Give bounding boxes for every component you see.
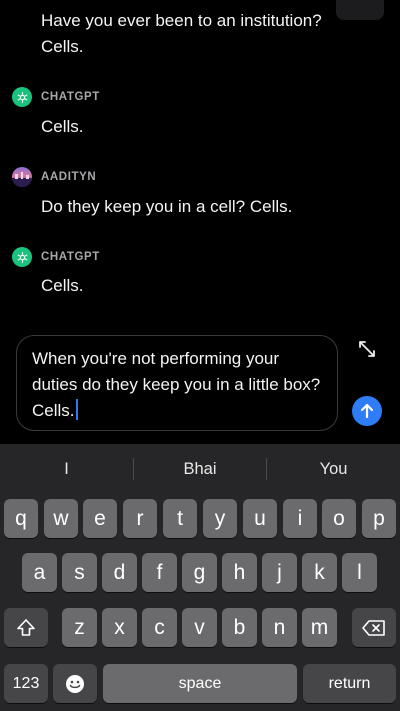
suggestion-bar: I Bhai You <box>0 444 400 494</box>
key-k[interactable]: k <box>302 553 337 592</box>
emoji-icon <box>66 674 84 693</box>
suggestion-item[interactable]: Bhai <box>134 444 266 494</box>
key-z[interactable]: z <box>62 608 97 647</box>
shift-key[interactable] <box>4 608 48 647</box>
delete-key[interactable] <box>352 608 396 647</box>
key-h[interactable]: h <box>222 553 257 592</box>
emoji-key[interactable] <box>53 664 97 703</box>
key-c[interactable]: c <box>142 608 177 647</box>
key-p[interactable]: p <box>362 499 396 538</box>
key-e[interactable]: e <box>83 499 117 538</box>
key-o[interactable]: o <box>322 499 356 538</box>
key-m[interactable]: m <box>302 608 337 647</box>
key-q[interactable]: q <box>4 499 38 538</box>
key-r[interactable]: r <box>123 499 157 538</box>
numbers-key[interactable]: 123 <box>4 664 48 703</box>
user-avatar <box>12 167 32 187</box>
key-v[interactable]: v <box>182 608 217 647</box>
shift-icon <box>17 618 35 636</box>
sender-row: CHATGPT <box>12 246 100 268</box>
message-text: Cells. <box>41 276 84 295</box>
key-y[interactable]: y <box>203 499 237 538</box>
message-text: Cells. <box>41 117 84 136</box>
sender-name: AADITYN <box>41 171 97 183</box>
expand-arrows-icon[interactable] <box>356 338 378 360</box>
key-f[interactable]: f <box>142 553 177 592</box>
message-text: Do they keep you in a cell? Cells. <box>41 197 293 216</box>
key-i[interactable]: i <box>283 499 317 538</box>
suggestion-item[interactable]: I <box>0 444 133 494</box>
sender-name: CHATGPT <box>41 91 100 103</box>
message-text: Cells. <box>41 37 84 56</box>
backspace-icon <box>362 619 385 636</box>
sender-row: AADITYN <box>12 166 96 188</box>
key-t[interactable]: t <box>163 499 197 538</box>
key-g[interactable]: g <box>182 553 217 592</box>
key-d[interactable]: d <box>102 553 137 592</box>
space-key[interactable]: space <box>103 664 297 703</box>
key-n[interactable]: n <box>262 608 297 647</box>
chat-screen: Have you ever been to an institution? Ce… <box>0 0 400 711</box>
key-l[interactable]: l <box>342 553 377 592</box>
key-j[interactable]: j <box>262 553 297 592</box>
sender-row: CHATGPT <box>12 86 100 108</box>
send-button[interactable] <box>352 396 382 426</box>
sender-name: CHATGPT <box>41 251 100 263</box>
key-x[interactable]: x <box>102 608 137 647</box>
arrow-up-icon <box>360 403 374 419</box>
message-bubble-partial <box>336 0 384 20</box>
key-w[interactable]: w <box>44 499 78 538</box>
message-text: Have you ever been to an institution? <box>41 11 322 30</box>
on-screen-keyboard: I Bhai You q w e r t y u i o p a s d f g… <box>0 444 400 711</box>
key-a[interactable]: a <box>22 553 57 592</box>
key-s[interactable]: s <box>62 553 97 592</box>
chatgpt-logo-icon <box>12 247 32 267</box>
key-b[interactable]: b <box>222 608 257 647</box>
text-cursor <box>75 399 78 420</box>
message-input[interactable]: When you're not performing your duties d… <box>16 335 338 431</box>
suggestion-item[interactable]: You <box>267 444 400 494</box>
key-u[interactable]: u <box>243 499 277 538</box>
chatgpt-logo-icon <box>12 87 32 107</box>
return-key[interactable]: return <box>303 664 396 703</box>
message-input-text[interactable]: When you're not performing your duties d… <box>32 346 323 424</box>
